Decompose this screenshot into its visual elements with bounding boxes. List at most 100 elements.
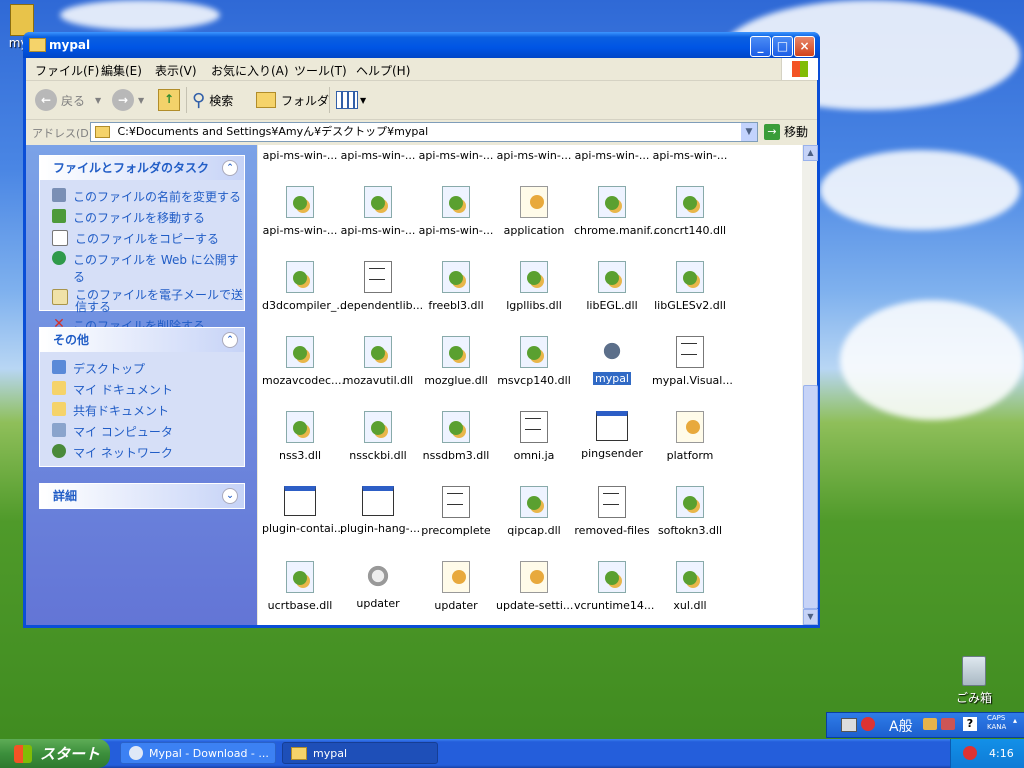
collapse-icon[interactable]: ⌃ [222, 332, 238, 348]
details-header[interactable]: 詳細 ⌄ [40, 484, 244, 508]
close-button[interactable]: × [794, 36, 815, 57]
menu-tools[interactable]: ツール(T) [294, 62, 347, 79]
file-item[interactable]: updater [418, 561, 494, 612]
address-input[interactable]: C:¥Documents and Settings¥Amyん¥デスクトップ¥my… [90, 122, 758, 142]
menu-favorites[interactable]: お気に入り(A) [211, 62, 289, 79]
minimize-button[interactable]: _ [750, 36, 771, 57]
address-dropdown-button[interactable]: ▼ [741, 123, 757, 141]
file-item[interactable]: nssckbi.dll [340, 411, 416, 462]
menu-view[interactable]: 表示(V) [155, 62, 197, 79]
file-item[interactable]: precomplete [418, 486, 494, 537]
search-button[interactable]: ⚲ 検索 [192, 88, 233, 112]
file-item[interactable]: libGLESv2.dll [652, 261, 728, 312]
place-my-computer[interactable]: マイ コンピュータ [40, 421, 244, 442]
recycle-bin[interactable]: ごみ箱 [948, 656, 1000, 706]
back-button[interactable]: ← 戻る ▼ [35, 88, 101, 112]
menu-help[interactable]: ヘルプ(H) [356, 62, 410, 79]
title-bar[interactable]: mypal _ □ × [23, 32, 820, 58]
up-button[interactable]: ↑ [158, 88, 180, 112]
langbar-options-icon[interactable]: ▴ [1013, 716, 1017, 725]
file-item[interactable]: plugin-hang-... [340, 486, 420, 535]
file-item[interactable]: mozavcodec.... [262, 336, 345, 387]
file-item[interactable]: api-ms-win-... [418, 186, 494, 237]
file-item[interactable]: libEGL.dll [574, 261, 650, 312]
file-item[interactable]: application [496, 186, 572, 237]
file-item[interactable]: concrt140.dll [652, 186, 728, 237]
file-item[interactable]: removed-files [574, 486, 650, 537]
file-item[interactable]: qipcap.dll [496, 486, 572, 537]
file-item[interactable]: nssdbm3.dll [418, 411, 494, 462]
vertical-scrollbar[interactable]: ▲ ▼ [802, 145, 818, 625]
task-email[interactable]: このファイルを電子メールで送信する [40, 287, 244, 315]
ime-mode[interactable]: A般 [889, 716, 913, 736]
place-label: マイ コンピュータ [73, 425, 173, 439]
place-my-documents[interactable]: マイ ドキュメント [40, 379, 244, 400]
file-item[interactable]: d3dcompiler_... [262, 261, 347, 312]
file-item[interactable]: mypal.Visual... [652, 336, 733, 387]
file-item[interactable]: mozavutil.dll [340, 336, 416, 387]
file-item[interactable]: api-ms-win-... [496, 145, 572, 162]
scroll-up-button[interactable]: ▲ [803, 145, 818, 161]
scroll-down-button[interactable]: ▼ [803, 609, 818, 625]
scroll-thumb[interactable] [803, 385, 818, 609]
task-copy[interactable]: このファイルをコピーする [40, 228, 244, 249]
dll-file-icon [286, 261, 314, 293]
help-icon[interactable]: ? [963, 717, 977, 731]
search-icon: ⚲ [192, 89, 206, 111]
tools-icon[interactable] [923, 718, 937, 730]
file-item[interactable]: api-ms-win-... [340, 186, 416, 237]
file-item[interactable]: api-ms-win-... [418, 145, 494, 162]
file-item[interactable]: freebl3.dll [418, 261, 494, 312]
ime-icon[interactable] [861, 717, 875, 731]
file-item[interactable]: nss3.dll [262, 411, 338, 462]
file-item[interactable]: msvcp140.dll [496, 336, 572, 387]
file-item[interactable]: vcruntime14... [574, 561, 654, 612]
keyboard-icon[interactable] [841, 718, 857, 732]
file-tasks-header[interactable]: ファイルとフォルダのタスク ⌃ [40, 156, 244, 180]
file-item[interactable]: api-ms-win-... [574, 145, 650, 162]
file-item[interactable]: pingsender [574, 411, 650, 460]
go-button[interactable]: → 移動 [764, 123, 808, 140]
start-button[interactable]: スタート [0, 739, 110, 768]
menu-file[interactable]: ファイル(F) [35, 62, 99, 79]
file-item[interactable]: platform [652, 411, 728, 462]
taskbar-button-mypal[interactable]: mypal [282, 742, 438, 764]
task-move[interactable]: このファイルを移動する [40, 207, 244, 228]
file-item[interactable]: ucrtbase.dll [262, 561, 338, 612]
forward-button[interactable]: → ▼ [112, 88, 144, 112]
file-item[interactable]: update-setti... [496, 561, 573, 612]
security-shield-icon[interactable] [963, 746, 977, 760]
file-item[interactable]: api-ms-win-... [262, 186, 338, 237]
expand-icon[interactable]: ⌄ [222, 488, 238, 504]
task-publish-web[interactable]: このファイルを Web に公開する [40, 249, 244, 287]
file-item[interactable]: dependentlib... [340, 261, 423, 312]
maximize-button[interactable]: □ [772, 36, 793, 57]
file-item[interactable]: mypal [574, 336, 650, 388]
place-desktop[interactable]: デスクトップ [40, 358, 244, 379]
other-places-header[interactable]: その他 ⌃ [40, 328, 244, 352]
file-name: api-ms-win-... [418, 149, 494, 162]
place-shared-documents[interactable]: 共有ドキュメント [40, 400, 244, 421]
clock[interactable]: 4:16 [989, 747, 1014, 760]
menu-edit[interactable]: 編集(E) [101, 62, 142, 79]
file-item[interactable]: updater [340, 561, 416, 610]
file-item[interactable]: lgpllibs.dll [496, 261, 572, 312]
pad-icon[interactable] [941, 718, 955, 730]
file-item[interactable]: api-ms-win-... [340, 145, 416, 162]
task-rename[interactable]: このファイルの名前を変更する [40, 186, 244, 207]
file-item[interactable]: softokn3.dll [652, 486, 728, 537]
collapse-icon[interactable]: ⌃ [222, 160, 238, 176]
folders-label: フォルダ [281, 93, 330, 108]
dll-file-icon [520, 486, 548, 518]
file-item[interactable]: xul.dll [652, 561, 728, 612]
folders-button[interactable]: フォルダ [256, 88, 329, 112]
views-button[interactable]: ▼ [336, 88, 366, 112]
place-my-network[interactable]: マイ ネットワーク [40, 442, 244, 463]
file-item[interactable]: chrome.manif... [574, 186, 660, 237]
file-item[interactable]: omni.ja [496, 411, 572, 462]
file-item[interactable]: mozglue.dll [418, 336, 494, 387]
file-item[interactable]: api-ms-win-... [262, 145, 338, 162]
file-item[interactable]: plugin-contai... [262, 486, 344, 535]
file-item[interactable]: api-ms-win-... [652, 145, 728, 162]
taskbar-button-browser[interactable]: Mypal - Download - ... [120, 742, 276, 764]
